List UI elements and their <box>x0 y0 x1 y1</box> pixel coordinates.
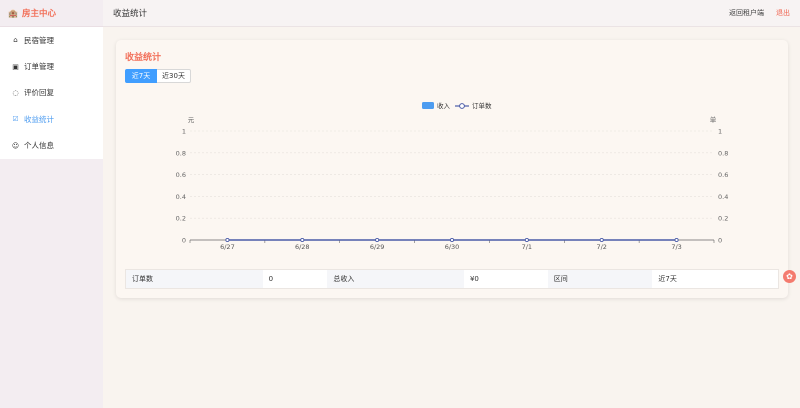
revenue-chart: 0 0.2 0.4 0.6 0.8 1 0 0.2 0.4 0.6 0.8 1 元单 6/27 6/28 6/… <box>116 90 788 250</box>
y-right-tick-label: 0.8 <box>718 149 728 157</box>
orders-point <box>225 237 230 243</box>
brand: 🏨 房主中心 <box>0 0 103 27</box>
x-tick-label: 7/2 <box>596 243 606 250</box>
y-right-unit: 单 <box>710 115 717 124</box>
top-header: 收益统计 返回租户端 退出 <box>103 0 800 27</box>
y-left-tick-label: 0.8 <box>176 149 186 157</box>
sidebar-item-label: 订单管理 <box>24 62 54 72</box>
home-icon: ⌂ <box>13 36 18 45</box>
flower-icon[interactable]: ✿ <box>783 270 796 283</box>
x-tick-label: 7/1 <box>522 243 532 250</box>
logout-link[interactable]: 退出 <box>776 8 790 18</box>
y-right-tick-label: 0 <box>718 237 722 245</box>
x-tick-label: 6/29 <box>370 243 385 250</box>
sidebar-item-revenue[interactable]: ☑ 收益统计 <box>0 106 103 132</box>
y-left-tick-label: 0.4 <box>176 193 186 201</box>
orders-point <box>300 237 305 243</box>
checkbox-icon: ☑ <box>12 115 19 124</box>
sidebar-item-reviews[interactable]: ◌ 评价回复 <box>0 80 103 106</box>
card-title: 收益统计 <box>125 53 162 63</box>
y-left-unit: 元 <box>188 116 195 124</box>
x-tick-label: 7/3 <box>671 243 681 250</box>
main-content: 收益统计 近7天 近30天 0 0.2 0.4 0.6 0.8 1 0 0.2 0.4 0.6 0.… <box>103 27 800 408</box>
orders-point <box>449 237 455 243</box>
legend-income-label: 收入 <box>437 101 451 110</box>
range-value: 近7天 <box>652 270 778 288</box>
y-left-tick-label: 0.2 <box>176 215 186 223</box>
y-left-tick-label: 1 <box>182 128 186 136</box>
y-left-tick-label: 0.6 <box>176 171 186 179</box>
x-tick-label: 6/28 <box>295 243 310 250</box>
legend-orders-marker <box>459 103 465 109</box>
tab-7-days[interactable]: 近7天 <box>125 69 157 83</box>
page-title: 收益统计 <box>113 9 148 19</box>
orders-point <box>375 237 380 243</box>
legend-orders-label: 订单数 <box>472 101 492 110</box>
orders-point <box>674 237 679 243</box>
range-label: 区间 <box>547 270 653 288</box>
orders-count-value: 0 <box>262 270 328 288</box>
y-right-tick-label: 0.6 <box>718 171 728 179</box>
sidebar-item-label: 收益统计 <box>24 114 54 124</box>
sidebar-item-profile[interactable]: ☺ 个人信息 <box>0 133 103 159</box>
x-tick-label: 6/30 <box>445 243 460 250</box>
sidebar: 🏨 房主中心 ⌂ 民宿管理 ▣ 订单管理 ◌ 评价回复 ☑ 收益统计 ☺ 个人信 <box>0 0 103 408</box>
user-icon: ☺ <box>11 141 20 150</box>
building-icon: 🏨 <box>8 8 18 18</box>
orders-count-label: 订单数 <box>126 270 263 288</box>
y-left-tick-label: 0 <box>182 237 186 245</box>
chart-svg: 00.20.40.60.8100.20.40.60.81元 单6/27 6/28 6/… <box>176 101 729 250</box>
y-right-tick-label: 1 <box>718 128 722 136</box>
range-tabs: 近7天 近30天 <box>125 69 191 83</box>
sidebar-item-orders[interactable]: ▣ 订单管理 <box>0 53 103 79</box>
brand-title: 房主中心 <box>21 9 56 19</box>
sidebar-item-label: 个人信息 <box>24 141 54 151</box>
legend-income-swatch <box>422 102 434 109</box>
clipboard-icon: ▣ <box>12 62 19 71</box>
sidebar-menu: ⌂ 民宿管理 ▣ 订单管理 ◌ 评价回复 ☑ 收益统计 ☺ 个人信息 <box>0 27 103 159</box>
header-actions: 返回租户端 退出 <box>729 8 790 18</box>
revenue-card: 收益统计 近7天 近30天 0 0.2 0.4 0.6 0.8 1 0 0.2 0.4 0.6 0.… <box>116 40 788 298</box>
back-to-tenant-link[interactable]: 返回租户端 <box>729 8 764 18</box>
sidebar-item-label: 民宿管理 <box>24 35 54 45</box>
total-income-value: ¥0 <box>463 270 548 288</box>
summary-table: 订单数 0 总收入 ¥0 区间 近7天 <box>125 269 779 289</box>
sidebar-item-label: 评价回复 <box>24 88 54 98</box>
total-income-label: 总收入 <box>327 270 464 288</box>
x-tick-label: 6/27 <box>220 243 235 250</box>
tab-30-days[interactable]: 近30天 <box>157 69 191 83</box>
sidebar-item-homestay[interactable]: ⌂ 民宿管理 <box>0 27 103 53</box>
comment-icon: ◌ <box>12 88 19 97</box>
orders-point <box>524 237 529 243</box>
y-right-tick-label: 0.4 <box>718 193 728 201</box>
orders-point <box>599 237 604 243</box>
app: 🏨 房主中心 ⌂ 民宿管理 ▣ 订单管理 ◌ 评价回复 ☑ 收益统计 ☺ 个人信 <box>0 0 800 408</box>
y-right-tick-label: 0.2 <box>718 215 728 223</box>
